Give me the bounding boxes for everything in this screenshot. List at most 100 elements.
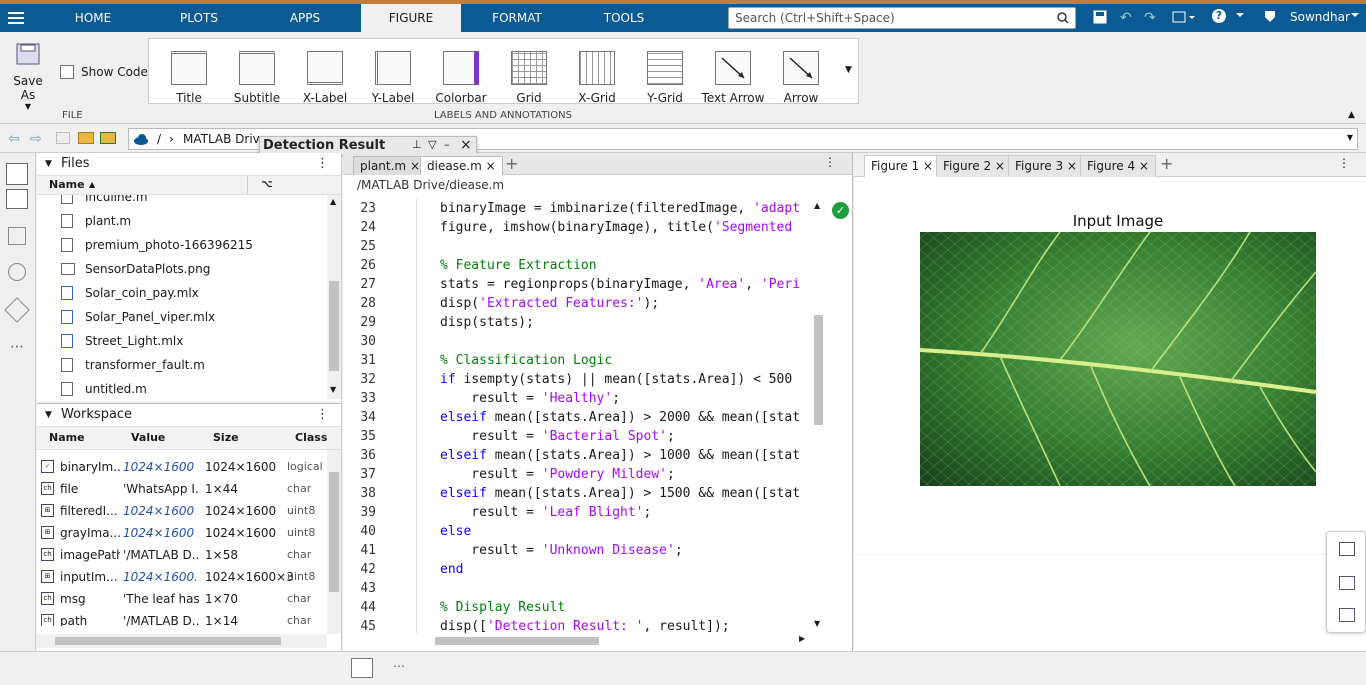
scroll-thumb[interactable] xyxy=(814,315,823,425)
code-line[interactable]: result = 'Leaf Blight'; xyxy=(440,505,651,520)
code-line[interactable]: disp(['Detection Result: ', result]); xyxy=(440,619,730,633)
figure-tab[interactable]: Figure 4 × xyxy=(1080,155,1156,177)
value-column[interactable]: Value xyxy=(131,427,165,449)
list-item[interactable]: SensorDataPlots.png xyxy=(37,257,341,281)
code-line[interactable]: figure, imshow(binaryImage), title('Segm… xyxy=(440,220,792,235)
close-icon[interactable]: × xyxy=(460,137,472,153)
subtitle-button[interactable]: Subtitle xyxy=(224,49,290,111)
search-input[interactable]: Search (Ctrl+Shift+Space) xyxy=(728,7,1076,29)
name-column[interactable]: Name xyxy=(49,427,85,449)
table-row[interactable]: ch file 'WhatsApp I... 1×44 char xyxy=(37,478,341,500)
new-folder-icon[interactable] xyxy=(78,132,94,144)
close-icon[interactable]: × xyxy=(1139,159,1149,173)
user-name[interactable]: Sowndhar xyxy=(1290,10,1350,24)
code-line[interactable]: result = 'Healthy'; xyxy=(440,391,620,406)
editor-menu-icon[interactable]: ⋮ xyxy=(824,155,836,169)
forward-icon[interactable]: ⇨ xyxy=(30,131,42,147)
chevron-down-icon[interactable] xyxy=(1235,10,1245,20)
search-files-icon[interactable] xyxy=(8,227,26,245)
save-as-button[interactable]: Save As ▼ xyxy=(6,42,50,111)
code-area[interactable]: binaryImage = imbinarize(filteredImage, … xyxy=(343,199,813,633)
add-tab-icon[interactable]: + xyxy=(505,154,518,173)
code-ok-icon[interactable]: ✓ xyxy=(832,202,849,219)
history-icon[interactable] xyxy=(8,263,26,281)
tab-plots[interactable]: PLOTS xyxy=(160,4,238,32)
code-line[interactable]: binaryImage = imbinarize(filteredImage, … xyxy=(440,201,800,216)
code-line[interactable]: elseif mean([stats.Area]) > 1500 && mean… xyxy=(440,486,800,501)
code-line[interactable]: elseif mean([stats.Area]) > 1000 && mean… xyxy=(440,448,800,463)
xlabel-button[interactable]: X-Label xyxy=(292,49,358,111)
code-line[interactable]: end xyxy=(440,562,463,577)
table-row[interactable]: ch imagePath '/MATLAB D... 1×58 char xyxy=(37,544,341,566)
panel-menu-icon[interactable]: ⋮ xyxy=(316,153,329,175)
close-icon[interactable]: × xyxy=(486,159,496,173)
close-icon[interactable]: × xyxy=(995,159,1005,173)
workspace-header[interactable]: ▼ Workspace ⋮ xyxy=(37,404,341,426)
scroll-thumb[interactable] xyxy=(329,472,339,592)
user-icon[interactable] xyxy=(1264,9,1276,23)
up-folder-icon[interactable] xyxy=(56,132,70,144)
list-item[interactable]: plant.m xyxy=(37,209,341,233)
code-line[interactable]: result = 'Powdery Mildew'; xyxy=(440,467,675,482)
editor-tab-active[interactable]: diease.m × xyxy=(420,156,503,175)
workspace-panel-icon[interactable] xyxy=(6,189,28,209)
ylabel-button[interactable]: Y-Label xyxy=(360,49,426,111)
pin-icon[interactable]: ⊥ xyxy=(412,138,422,151)
list-item[interactable]: premium_photo-166396215 xyxy=(37,233,341,257)
table-row[interactable]: chmsg 'The leaf has... 1×70 char xyxy=(37,588,341,610)
files-header[interactable]: ▼ Files ⋮ xyxy=(37,153,341,175)
editor-hscrollbar[interactable]: ▶ xyxy=(417,633,811,647)
table-row[interactable]: ✓ binaryIm...1024×1600 ... 1024×1600 logica… xyxy=(37,456,341,478)
size-column[interactable]: Size xyxy=(213,427,239,449)
git-icon[interactable]: ⌥ xyxy=(261,176,273,194)
code-line[interactable]: % Display Result xyxy=(440,600,565,615)
minimize-icon[interactable]: – xyxy=(444,138,450,151)
scroll-thumb[interactable] xyxy=(329,281,339,371)
figure-menu-icon[interactable]: ⋮ xyxy=(1338,156,1350,170)
list-item[interactable]: Incuiine.m xyxy=(37,195,341,209)
files-column-header[interactable]: Name ▲ ⌥ xyxy=(37,175,341,195)
title-button[interactable]: Title xyxy=(156,49,222,111)
scroll-right-icon[interactable]: ▶ xyxy=(799,634,805,643)
list-item[interactable]: Street_Light.mlx xyxy=(37,329,341,353)
window-layout-icon[interactable] xyxy=(1172,10,1196,24)
list-item[interactable]: Solar_coin_pay.mlx xyxy=(37,281,341,305)
tab-figure[interactable]: FIGURE xyxy=(361,4,461,32)
table-row[interactable]: ⊞ inputIm... 1024×1600... 1024×1600×3 uint8 xyxy=(37,566,341,588)
code-line[interactable]: if isempty(stats) || mean([stats.Area]) … xyxy=(440,372,792,387)
code-line[interactable]: stats = regionprops(binaryImage, 'Area',… xyxy=(440,277,800,292)
arrow-button[interactable]: Arrow xyxy=(768,49,834,111)
more-icon[interactable]: ⋯ xyxy=(393,659,405,673)
figure-tab-active[interactable]: Figure 1 × xyxy=(864,155,940,177)
grid-button[interactable]: Grid xyxy=(496,49,562,111)
path-root[interactable]: / xyxy=(157,132,161,146)
chevron-down-icon[interactable]: ▽ xyxy=(428,138,436,151)
table-row[interactable]: ⊞ grayIma...1024×1600 ... 1024×1600 uint8 xyxy=(37,522,341,544)
workspace-hscrollbar[interactable] xyxy=(37,634,327,648)
show-code-checkbox[interactable] xyxy=(60,65,74,79)
code-line[interactable]: else xyxy=(440,524,471,539)
code-line[interactable]: elseif mean([stats.Area]) > 2000 && mean… xyxy=(440,410,800,425)
table-row[interactable]: ⊞ filteredI... 1024×1600 ... 1024×1600 uint8 xyxy=(37,500,341,522)
code-line[interactable]: disp('Extracted Features:'); xyxy=(440,296,659,311)
code-line[interactable]: % Classification Logic xyxy=(440,353,612,368)
browse-folder-icon[interactable] xyxy=(100,132,116,144)
code-line[interactable]: disp(stats); xyxy=(440,315,534,330)
expand-gallery-icon[interactable]: ▼ xyxy=(845,65,852,75)
tab-home[interactable]: HOME xyxy=(58,4,128,32)
colorbar-button[interactable]: Colorbar xyxy=(428,49,494,111)
collapse-icon[interactable]: ▼ xyxy=(45,404,52,426)
chevron-down-icon[interactable] xyxy=(1350,10,1360,20)
property-inspector-icon[interactable] xyxy=(1339,608,1355,622)
scroll-down-icon[interactable]: ▼ xyxy=(330,385,336,394)
collapse-icon[interactable]: ▼ xyxy=(45,153,52,175)
scroll-up-icon[interactable]: ▲ xyxy=(330,197,336,206)
add-tab-icon[interactable]: + xyxy=(1160,154,1173,173)
panel-menu-icon[interactable]: ⋮ xyxy=(316,404,329,426)
files-scrollbar[interactable]: ▲ ▼ xyxy=(327,195,341,399)
command-window-icon[interactable] xyxy=(351,658,373,678)
undo-icon[interactable]: ↶ xyxy=(1120,10,1132,26)
print-icon[interactable] xyxy=(1339,542,1355,556)
close-icon[interactable]: × xyxy=(1067,159,1077,173)
save-icon[interactable] xyxy=(1093,10,1107,24)
